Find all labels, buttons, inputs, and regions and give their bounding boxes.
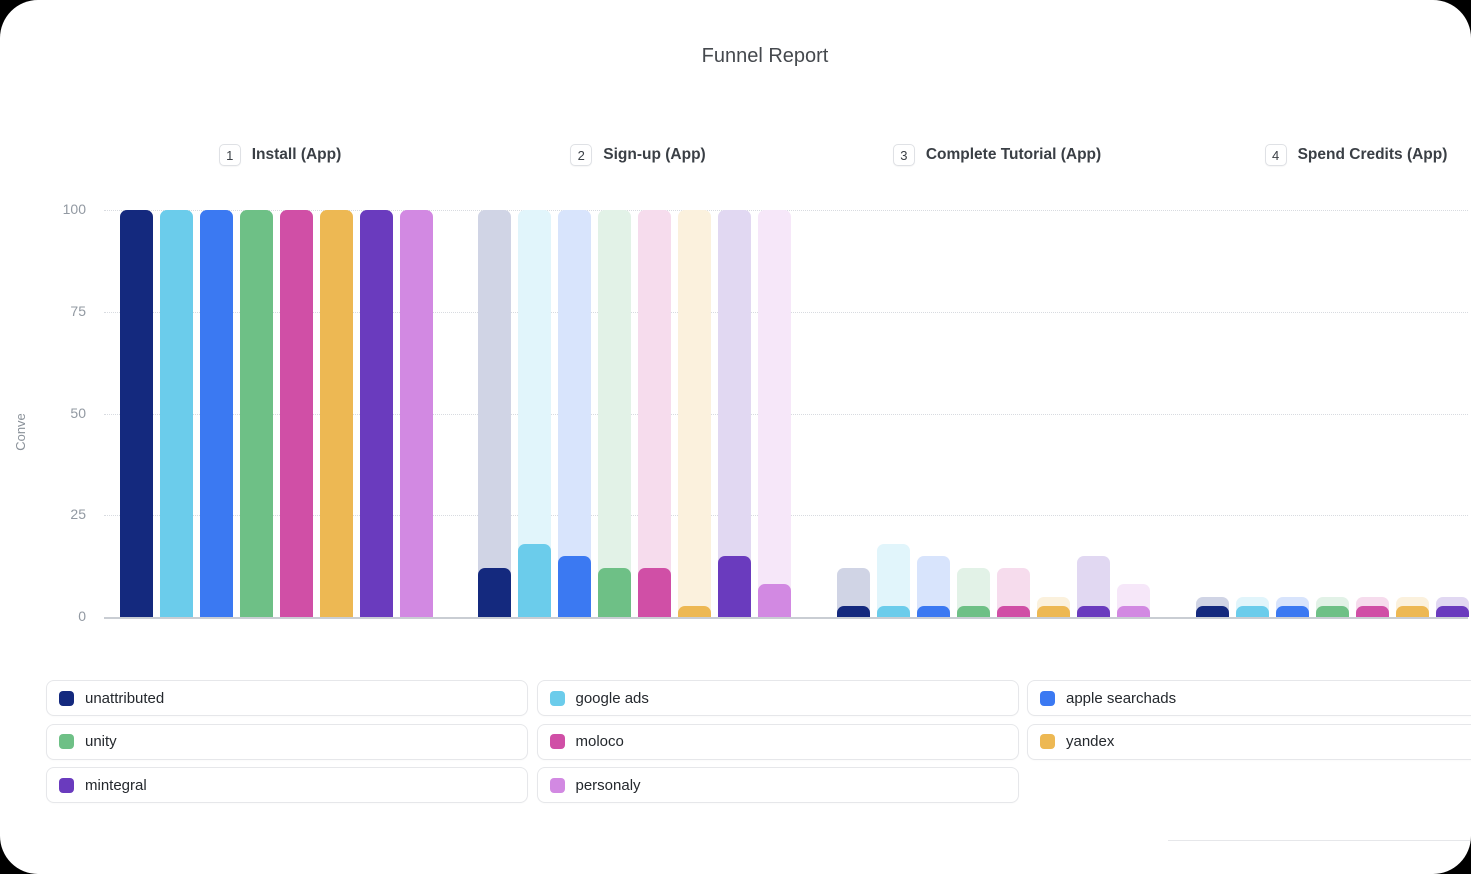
legend-item-apple-searchads[interactable]: apple searchads [1027, 680, 1471, 716]
legend-item-personaly[interactable]: personaly [537, 767, 1019, 803]
legend-item-unity[interactable]: unity [46, 724, 528, 760]
legend-item-google-ads[interactable]: google ads [537, 680, 1019, 716]
legend-label-google-ads: google ads [576, 690, 649, 707]
legend-label-unity: unity [85, 733, 117, 750]
legend-swatch-unity [59, 734, 74, 749]
funnel-report-card: Funnel Report Conve 02550751001Install (… [0, 0, 1471, 874]
legend-label-yandex: yandex [1066, 733, 1114, 750]
legend-label-moloco: moloco [576, 733, 624, 750]
legend: unattributed unity mintegral google ads molo… [0, 0, 1471, 874]
legend-item-unattributed[interactable]: unattributed [46, 680, 528, 716]
legend-swatch-mintegral [59, 778, 74, 793]
legend-swatch-moloco [550, 734, 565, 749]
legend-swatch-personaly [550, 778, 565, 793]
legend-swatch-yandex [1040, 734, 1055, 749]
legend-item-mintegral[interactable]: mintegral [46, 767, 528, 803]
legend-swatch-google-ads [550, 691, 565, 706]
legend-label-personaly: personaly [576, 777, 641, 794]
legend-swatch-unattributed [59, 691, 74, 706]
legend-item-partial [1168, 840, 1471, 871]
legend-label-mintegral: mintegral [85, 777, 147, 794]
legend-label-apple-searchads: apple searchads [1066, 690, 1176, 707]
legend-swatch-apple-searchads [1040, 691, 1055, 706]
legend-label-unattributed: unattributed [85, 690, 164, 707]
legend-item-moloco[interactable]: moloco [537, 724, 1019, 760]
legend-item-yandex[interactable]: yandex [1027, 724, 1471, 760]
